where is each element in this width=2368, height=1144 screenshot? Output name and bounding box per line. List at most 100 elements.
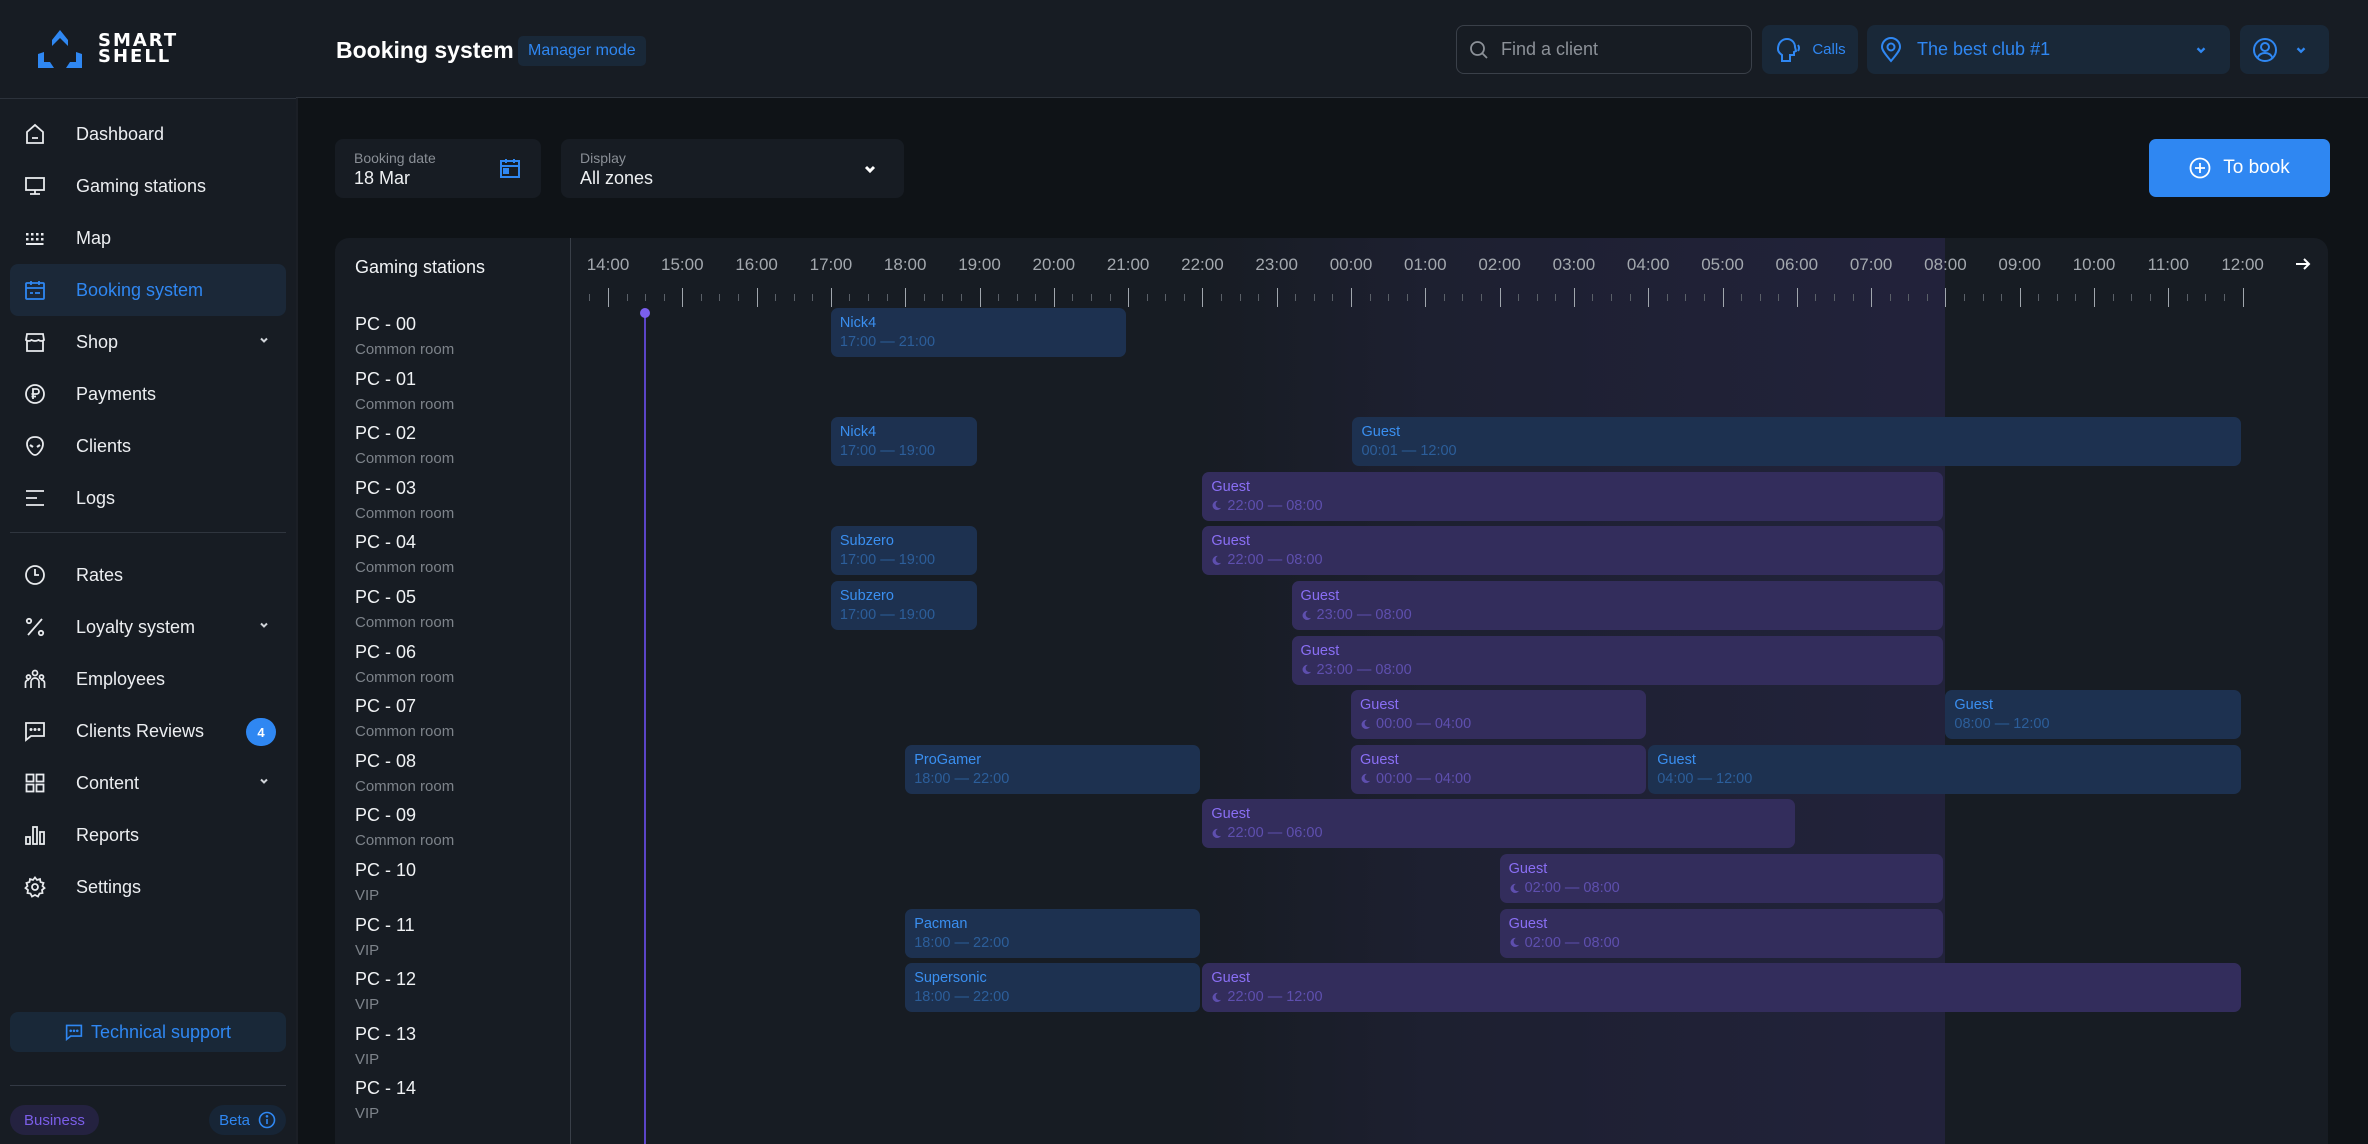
station-row[interactable]: PC - 07 Common room bbox=[355, 696, 454, 740]
technical-support-button[interactable]: Technical support bbox=[10, 1012, 286, 1052]
user-menu-button[interactable] bbox=[2240, 25, 2329, 74]
booking-block[interactable]: Guest 00:01 — 12:00 bbox=[1352, 417, 2241, 467]
station-zone: VIP bbox=[355, 996, 380, 1014]
station-row[interactable]: PC - 01 Common room bbox=[355, 369, 454, 413]
quarter-tick bbox=[2149, 294, 2151, 301]
station-row[interactable]: PC - 08 Common room bbox=[355, 751, 454, 795]
night-booking-block[interactable]: Guest 00:00 — 04:00 bbox=[1351, 690, 1647, 740]
scroll-right-arrow-icon[interactable] bbox=[2294, 255, 2312, 278]
station-row[interactable]: PC - 00 Common room bbox=[355, 314, 454, 358]
night-booking-block[interactable]: Guest 23:00 — 08:00 bbox=[1291, 635, 1944, 685]
sidebar-item-logs[interactable]: Logs bbox=[10, 472, 286, 524]
calls-label: Calls bbox=[1812, 41, 1846, 58]
hour-label: 10:00 bbox=[2072, 255, 2116, 274]
hour-tick bbox=[1351, 288, 1352, 307]
booking-time: 17:00 — 21:00 bbox=[840, 334, 1126, 350]
calendar-icon bbox=[22, 277, 48, 303]
station-name: PC - 05 bbox=[355, 587, 417, 607]
station-row[interactable]: PC - 11 VIP bbox=[355, 915, 415, 959]
booking-block[interactable]: Guest 04:00 — 12:00 bbox=[1648, 744, 2241, 794]
booking-block[interactable]: Subzero 17:00 — 19:00 bbox=[830, 526, 978, 576]
quarter-tick bbox=[1852, 294, 1854, 301]
booking-client: Guest bbox=[1508, 861, 1548, 877]
station-row[interactable]: PC - 06 Common room bbox=[355, 642, 454, 686]
station-row[interactable]: PC - 09 Common room bbox=[355, 805, 454, 849]
booking-time-range: 02:00 — 08:00 bbox=[1524, 934, 1620, 951]
search-icon bbox=[1470, 40, 1488, 59]
sidebar-item-clients-reviews[interactable]: Clients Reviews 4 bbox=[10, 705, 286, 757]
client-search-input[interactable] bbox=[1501, 39, 1741, 60]
brand-logo[interactable]: SMART SHELL bbox=[36, 28, 178, 70]
night-booking-block[interactable]: Guest 23:00 — 08:00 bbox=[1291, 581, 1944, 630]
hour-label: 09:00 bbox=[1998, 255, 2041, 274]
sidebar-item-settings[interactable]: Settings bbox=[10, 861, 286, 913]
quarter-tick bbox=[738, 294, 740, 301]
booking-time-range: 17:00 — 19:00 bbox=[839, 443, 936, 460]
station-row[interactable]: PC - 12 VIP bbox=[355, 969, 416, 1013]
sidebar-item-dashboard[interactable]: Dashboard bbox=[10, 108, 286, 160]
calls-button[interactable]: Calls bbox=[1762, 25, 1858, 74]
station-name: PC - 10 bbox=[355, 860, 417, 880]
quarter-tick bbox=[1332, 294, 1334, 301]
sidebar-item-rates[interactable]: Rates bbox=[10, 549, 286, 601]
sidebar-item-employees[interactable]: Employees bbox=[10, 653, 286, 705]
station-row[interactable]: PC - 04 Common room bbox=[355, 532, 454, 576]
booking-time-range: 02:00 — 08:00 bbox=[1524, 880, 1620, 896]
booking-block[interactable]: Guest 08:00 — 12:00 bbox=[1945, 690, 2241, 740]
sidebar-item-shop[interactable]: Shop bbox=[10, 316, 286, 368]
quarter-tick bbox=[1016, 294, 1018, 301]
station-row[interactable]: PC - 13 VIP bbox=[355, 1024, 416, 1068]
sidebar-item-booking-system[interactable]: Booking system bbox=[10, 264, 286, 316]
quarter-tick bbox=[1703, 294, 1705, 301]
sidebar-item-gaming-stations[interactable]: Gaming stations bbox=[10, 160, 286, 212]
booking-block[interactable]: Pacman 18:00 — 22:00 bbox=[905, 908, 1201, 958]
hour-label: 14:00 bbox=[586, 255, 630, 274]
booking-date-picker[interactable]: Booking date 18 Mar bbox=[335, 139, 541, 198]
station-row[interactable]: PC - 02 Common room bbox=[355, 423, 454, 467]
night-booking-block[interactable]: Guest 22:00 — 08:00 bbox=[1202, 471, 1944, 521]
sidebar-item-reports[interactable]: Reports bbox=[10, 809, 286, 861]
night-booking-block[interactable]: Guest 22:00 — 06:00 bbox=[1202, 799, 1795, 849]
to-book-button[interactable]: To book bbox=[2149, 139, 2330, 197]
hour-label: 16:00 bbox=[735, 255, 778, 274]
hour-tick bbox=[1128, 288, 1130, 307]
hour-tick bbox=[756, 288, 758, 307]
station-row[interactable]: PC - 03 Common room bbox=[355, 478, 454, 522]
station-row[interactable]: PC - 10 VIP bbox=[355, 860, 416, 904]
night-booking-block[interactable]: Guest 02:00 — 08:00 bbox=[1499, 854, 1944, 903]
sidebar-item-payments[interactable]: Payments bbox=[10, 368, 286, 420]
quarter-tick bbox=[1462, 294, 1464, 301]
quarter-tick bbox=[1406, 294, 1408, 301]
night-booking-block[interactable]: Guest 02:00 — 08:00 bbox=[1499, 908, 1944, 958]
display-zone-select[interactable]: Display All zones bbox=[561, 139, 904, 198]
night-booking-block[interactable]: Guest 22:00 — 12:00 bbox=[1202, 963, 2241, 1013]
to-book-label: To book bbox=[2223, 157, 2290, 178]
booking-block[interactable]: Supersonic 18:00 — 22:00 bbox=[905, 963, 1201, 1013]
club-selector[interactable]: The best club #1 bbox=[1867, 25, 2230, 74]
booking-block[interactable]: Nick4 17:00 — 19:00 bbox=[830, 417, 978, 467]
station-row[interactable]: PC - 05 Common room bbox=[355, 587, 454, 631]
booking-block[interactable]: ProGamer 18:00 — 22:00 bbox=[905, 744, 1201, 794]
quarter-tick bbox=[1963, 294, 1965, 301]
booking-block[interactable]: Subzero 17:00 — 19:00 bbox=[830, 581, 978, 630]
hour-tick bbox=[1053, 288, 1055, 307]
sidebar-item-loyalty-system[interactable]: Loyalty system bbox=[10, 601, 286, 653]
station-row[interactable]: PC - 14 VIP bbox=[355, 1078, 416, 1122]
hour-label: 11:00 bbox=[2147, 255, 2189, 274]
quarter-tick bbox=[1833, 294, 1835, 301]
hour-label: 02:00 bbox=[1478, 255, 1521, 274]
quarter-tick bbox=[812, 294, 814, 301]
station-zone: Common room bbox=[355, 614, 455, 631]
display-label: Display bbox=[580, 150, 626, 166]
booking-block[interactable]: Nick4 17:00 — 21:00 bbox=[830, 308, 1127, 357]
booking-client: Guest bbox=[1657, 751, 1696, 768]
sidebar-item-map[interactable]: Map bbox=[10, 212, 286, 264]
beta-badge[interactable]: Beta bbox=[209, 1105, 286, 1135]
night-booking-block[interactable]: Guest 22:00 — 08:00 bbox=[1202, 526, 1944, 576]
sidebar-item-clients[interactable]: Clients bbox=[10, 420, 286, 472]
sidebar-item-content[interactable]: Content bbox=[10, 757, 286, 809]
night-booking-block[interactable]: Guest 00:00 — 04:00 bbox=[1351, 744, 1647, 794]
chevron-down-icon bbox=[862, 161, 878, 182]
hour-tick bbox=[830, 288, 832, 307]
quarter-tick bbox=[793, 294, 795, 301]
